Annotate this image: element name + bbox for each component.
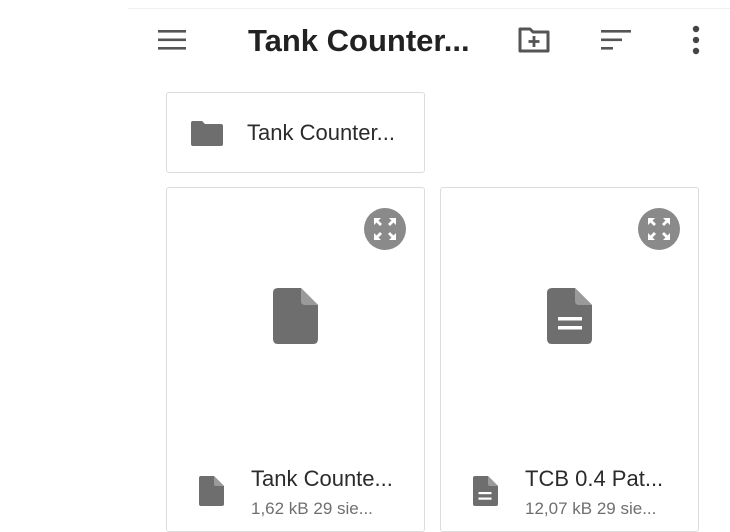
- folder-item[interactable]: Tank Counter...: [166, 92, 425, 173]
- sort-button[interactable]: [594, 22, 638, 58]
- page-title: Tank Counter...: [248, 23, 470, 58]
- menu-icon: [158, 30, 186, 50]
- file-meta: 12,07 kB 29 sie...: [525, 499, 657, 518]
- sort-icon: [601, 30, 631, 50]
- file-name: TCB 0.4 Pat...: [525, 466, 664, 491]
- file-icon: [273, 288, 318, 344]
- text-file-icon: [547, 288, 592, 344]
- more-options-button[interactable]: [680, 20, 712, 60]
- expand-icon[interactable]: [638, 208, 680, 250]
- more-vert-icon: [692, 25, 700, 55]
- toolbar-divider: [128, 8, 730, 9]
- new-folder-button[interactable]: [512, 22, 556, 58]
- file-name: Tank Counte...: [251, 466, 393, 491]
- expand-icon[interactable]: [364, 208, 406, 250]
- create-new-folder-icon: [518, 27, 550, 53]
- file-meta: 1,62 kB 29 sie...: [251, 499, 373, 518]
- file-item[interactable]: Tank Counte... 1,62 kB 29 sie...: [166, 187, 425, 532]
- file-icon: [199, 476, 224, 506]
- text-file-icon: [473, 476, 498, 506]
- folder-icon: [191, 121, 223, 146]
- file-item[interactable]: TCB 0.4 Pat... 12,07 kB 29 sie...: [440, 187, 699, 532]
- folder-name: Tank Counter...: [247, 120, 395, 145]
- menu-button[interactable]: [150, 22, 194, 58]
